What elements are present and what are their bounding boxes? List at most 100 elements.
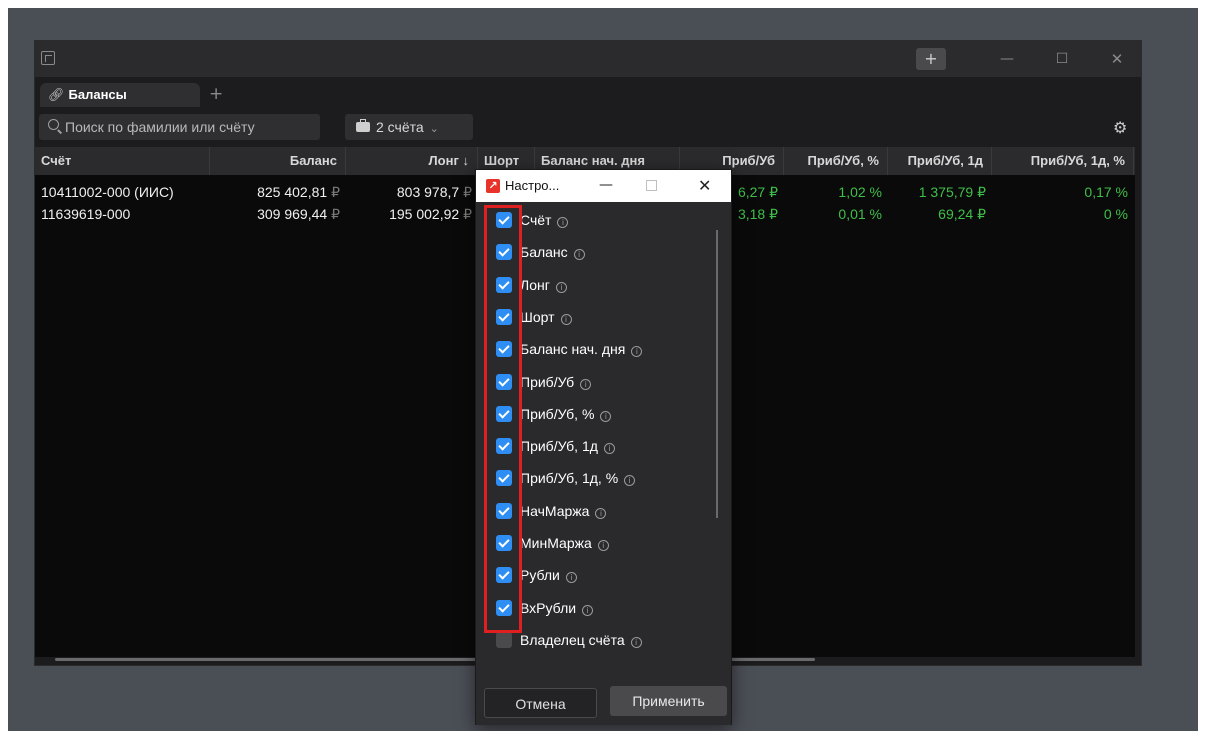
info-icon[interactable]: i (630, 637, 642, 648)
info-icon[interactable]: i (595, 508, 607, 519)
info-icon[interactable]: i (560, 314, 572, 325)
window-restore-icon[interactable] (41, 51, 55, 65)
currency-symbol: ₽ (463, 206, 472, 222)
info-icon[interactable]: i (631, 346, 643, 357)
dialog-minimize-button[interactable]: — (599, 170, 613, 200)
option-text: Баланс нач. дня (520, 341, 626, 357)
dialog-maximize-button[interactable] (646, 180, 657, 191)
option-text: МинМаржа (520, 535, 592, 551)
tab-label: Балансы (68, 87, 127, 102)
column-header-pnl-1d[interactable]: Приб/Уб, 1д (888, 147, 992, 175)
app-logo-icon: ↗ (486, 179, 500, 193)
search-box[interactable] (39, 114, 320, 140)
column-option-label: Лонг i (520, 275, 567, 295)
option-text: Приб/Уб, % (520, 406, 595, 422)
option-text: НачМаржа (520, 503, 590, 519)
add-tab-button[interactable]: + (209, 83, 229, 107)
column-header-pnl-pct[interactable]: Приб/Уб, % (784, 147, 888, 175)
column-header-long[interactable]: Лонг ↓ (346, 147, 478, 175)
info-icon[interactable]: i (582, 605, 594, 616)
pnl-1d-pct-cell: 0,17 % (1084, 184, 1128, 200)
link-icon: 🔗︎ (48, 87, 65, 102)
gear-icon[interactable]: ⚙ (1113, 118, 1127, 137)
pnl-1d-pct-cell: 0 % (1103, 206, 1128, 222)
account-cell: 10411002-000 (ИИС) (41, 184, 174, 200)
apply-button[interactable]: Применить (610, 686, 727, 716)
column-option-label: Владелец счёта i (520, 630, 642, 650)
tab-bar: 🔗︎ Балансы + (35, 83, 1141, 107)
toolbar: 2 счёта ⌄ ⚙ (35, 107, 1141, 147)
account-cell: 11639619-000 (41, 206, 131, 222)
info-icon[interactable]: i (573, 249, 585, 260)
info-icon[interactable]: i (624, 475, 636, 486)
info-icon[interactable]: i (580, 379, 592, 390)
info-icon[interactable]: i (555, 282, 567, 293)
pnl-pct-cell: 1,02 % (838, 184, 882, 200)
dialog-title: Настро... (505, 178, 560, 193)
column-option-label: Рубли i (520, 565, 577, 585)
title-bar[interactable]: + — ☐ ✕ (35, 41, 1141, 77)
minimize-button[interactable]: — (995, 48, 1019, 70)
balance-value: 825 402,81 (257, 184, 328, 200)
balance-cell: 825 402,81 ₽ (210, 181, 346, 203)
info-icon[interactable]: i (600, 411, 612, 422)
option-text: Приб/Уб, 1д (520, 438, 598, 454)
balance-value: 309 969,44 (257, 206, 328, 222)
column-option-label: Приб/Уб, 1д, % i (520, 468, 636, 488)
long-value: 803 978,7 (396, 184, 460, 200)
cancel-button[interactable]: Отмена (484, 688, 597, 718)
currency-symbol: ₽ (331, 206, 340, 222)
accounts-dropdown[interactable]: 2 счёта ⌄ (345, 114, 473, 140)
option-text: Баланс (520, 244, 568, 260)
info-icon[interactable]: i (557, 217, 569, 228)
column-header-pnl-1d-pct[interactable]: Приб/Уб, 1д, % (992, 147, 1134, 175)
column-option-label: Приб/Уб i (520, 372, 592, 392)
currency-symbol: ₽ (463, 184, 472, 200)
column-option-label: Шорт i (520, 307, 572, 327)
currency-symbol: ₽ (331, 184, 340, 200)
column-header-balance[interactable]: Баланс (210, 147, 346, 175)
option-text: Шорт (520, 309, 555, 325)
option-text: Счёт (520, 212, 552, 228)
column-option-label: Приб/Уб, % i (520, 404, 612, 424)
info-icon[interactable]: i (597, 540, 609, 551)
option-text: Лонг (520, 277, 550, 293)
column-option-label: ВхРубли i (520, 598, 594, 618)
pnl-pct-cell: 0,01 % (838, 206, 882, 222)
balance-cell: 309 969,44 ₽ (210, 203, 346, 225)
column-option-label: НачМаржа i (520, 501, 607, 521)
info-icon[interactable]: i (565, 572, 577, 583)
option-text: ВхРубли (520, 600, 577, 616)
search-input[interactable] (65, 114, 315, 140)
tab-balances[interactable]: 🔗︎ Балансы (40, 83, 200, 107)
option-text: Приб/Уб, 1д, % (520, 470, 619, 486)
pnl-1d-cell: 1 375,79 ₽ (918, 184, 986, 200)
column-option-label: МинМаржа i (520, 533, 609, 553)
close-button[interactable]: ✕ (1105, 48, 1129, 70)
search-icon (48, 119, 59, 130)
long-cell: 803 978,7 ₽ (346, 181, 478, 203)
dialog-close-button[interactable]: ✕ (698, 170, 711, 202)
option-text: Приб/Уб (520, 374, 575, 390)
chevron-down-icon: ⌄ (429, 123, 439, 135)
option-text: Владелец счёта (520, 632, 625, 648)
briefcase-icon (356, 119, 370, 132)
maximize-button[interactable]: ☐ (1050, 48, 1074, 70)
column-option-label: Баланс нач. дня i (520, 339, 643, 359)
dialog-footer: Отмена Применить (476, 679, 731, 725)
info-icon[interactable]: i (603, 443, 615, 454)
column-option-label: Баланс i (520, 242, 585, 262)
pnl-1d-cell: 69,24 ₽ (938, 206, 986, 222)
long-cell: 195 002,92 ₽ (346, 203, 478, 225)
column-option-label: Счёт i (520, 210, 569, 230)
checkbox-unchecked[interactable] (496, 632, 512, 648)
accounts-label: 2 счёта (376, 119, 424, 135)
new-window-button[interactable]: + (916, 48, 946, 70)
option-text: Рубли (520, 567, 560, 583)
long-value: 195 002,92 (389, 206, 460, 222)
column-option-label: Приб/Уб, 1д i (520, 436, 615, 456)
annotation-highlight-box (484, 205, 522, 633)
dialog-title-bar[interactable]: ↗ Настро... — ✕ (476, 170, 731, 202)
dialog-scrollbar[interactable] (716, 230, 718, 518)
column-header-account[interactable]: Счёт (35, 147, 210, 175)
